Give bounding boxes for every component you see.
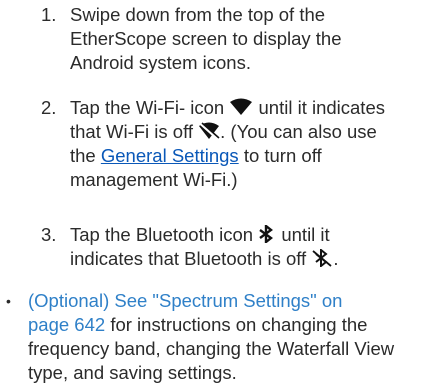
step-2-line-3-post: to turn off [243,145,322,166]
step-3-line-1-post: until it [281,224,330,245]
bullet-line-1: (Optional) See "Spectrum Settings" on [28,289,428,313]
step-2-line-3-pre: the [70,145,96,166]
general-settings-link[interactable]: General Settings [101,145,239,166]
step-2-number: 2. [41,97,57,118]
page-642-link[interactable]: page 642 [28,314,105,335]
bullet-line-3: frequency band, changing the Waterfall V… [28,338,395,359]
step-2-line-3: the General Settings to turn off [70,144,430,168]
step-2-text: Tap the Wi-Fi- icon until it indicates t… [70,96,430,192]
step-2-line-1-post: until it indicates [258,97,385,118]
step-3-line-1: Tap the Bluetooth icon until it [70,223,430,247]
step-2-line-2-pre: that Wi-Fi is off [70,121,194,142]
wifi-icon [229,98,253,116]
step-1-text: Swipe down from the top of the EtherScop… [70,3,430,75]
step-1-line-2: EtherScope screen to display the [70,28,342,49]
step-2-line-4: management Wi-Fi.) [70,169,238,190]
bullet-text: (Optional) See "Spectrum Settings" on pa… [28,289,428,385]
step-1-number: 1. [41,4,57,25]
spectrum-settings-link[interactable]: (Optional) See "Spectrum Settings" on [28,290,342,311]
bullet-line-2-post: for instructions on changing the [110,314,368,335]
step-1-line-3: Android system icons. [70,52,251,73]
bullet-line-2: page 642 for instructions on changing th… [28,313,428,337]
bluetooth-icon [258,225,276,243]
step-3-number: 3. [41,224,57,245]
bluetooth-off-icon [311,249,333,267]
wifi-off-icon [198,122,220,140]
step-2-line-1-pre: Tap the Wi-Fi- icon [70,97,225,118]
step-2-line-2: that Wi-Fi is off . (You can also use [70,120,430,144]
bullet-line-4: type, and saving settings. [28,362,237,383]
step-2-line-2-post: . (You can also use [220,121,377,142]
step-3-line-2-pre: indicates that Bluetooth is off [70,248,307,269]
step-3-line-2: indicates that Bluetooth is off . [70,247,430,271]
step-3-text: Tap the Bluetooth icon until it indicate… [70,223,430,271]
step-2-line-1: Tap the Wi-Fi- icon until it indicates [70,96,430,120]
step-3-line-1-pre: Tap the Bluetooth icon [70,224,254,245]
bullet-marker: • [6,293,11,309]
document-page: 1. Swipe down from the top of the EtherS… [0,0,436,392]
step-3-line-2-post: . [333,248,339,269]
step-1-line-1: Swipe down from the top of the [70,4,326,25]
